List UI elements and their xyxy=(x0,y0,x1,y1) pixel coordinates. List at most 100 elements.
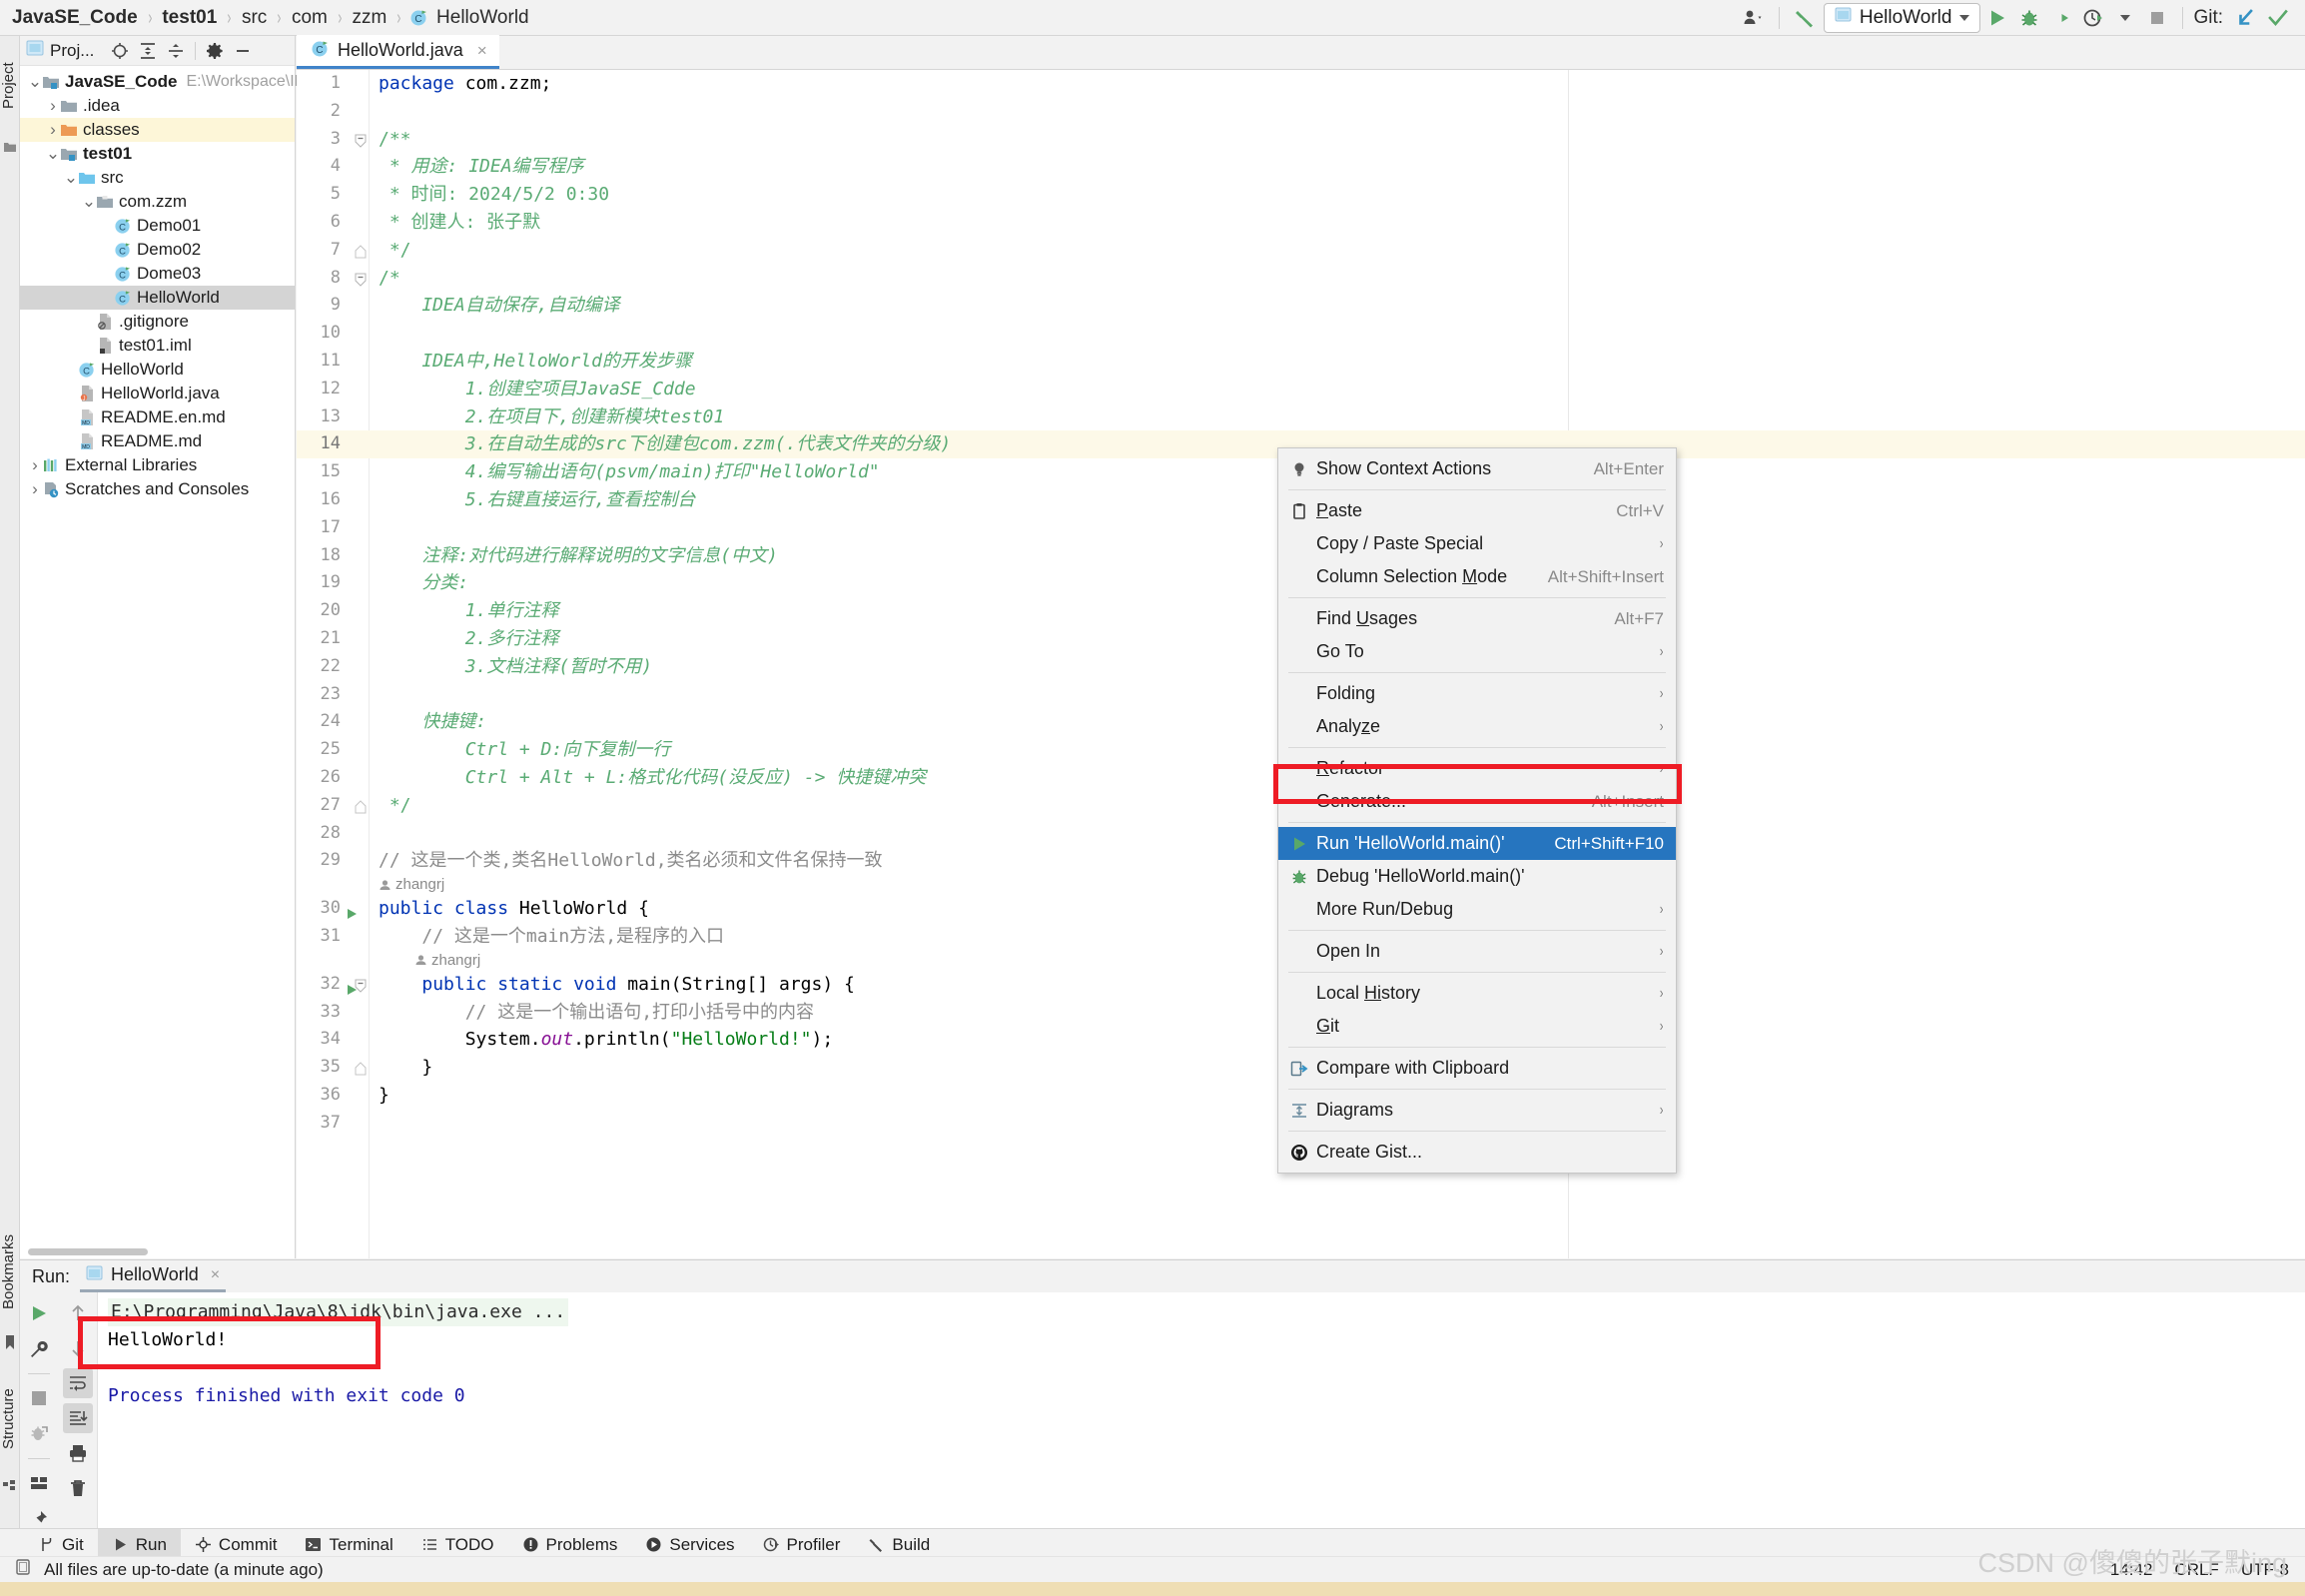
breadcrumb-item-src[interactable]: src xyxy=(240,7,269,29)
git-commit-check-icon[interactable] xyxy=(2263,3,2293,33)
chevron-down-icon[interactable]: ⌄ xyxy=(28,73,42,90)
user-dropdown-icon[interactable] xyxy=(1739,3,1769,33)
menu-item-run-helloworld-main[interactable]: Run 'HelloWorld.main()' Ctrl+Shift+F10 xyxy=(1278,827,1676,860)
scroll-down-icon[interactable] xyxy=(63,1333,93,1363)
menu-item-git[interactable]: Git › xyxy=(1278,1010,1676,1043)
scroll-up-icon[interactable] xyxy=(63,1298,93,1328)
tree-item-scratches-and-consoles[interactable]: › Scratches and Consoles xyxy=(20,477,295,501)
tree-item--idea[interactable]: › .idea xyxy=(20,94,295,118)
fold-collapse-icon[interactable] xyxy=(355,273,367,287)
menu-item-column-selection-mode[interactable]: Column Selection Mode Alt+Shift+Insert xyxy=(1278,560,1676,593)
menu-item-diagrams[interactable]: Diagrams › xyxy=(1278,1094,1676,1127)
debug-bug-icon[interactable] xyxy=(2014,3,2044,33)
tree-item-demo01[interactable]: C Demo01 xyxy=(20,214,295,238)
encoding-indicator[interactable]: UTF-8 xyxy=(2241,1560,2289,1580)
breadcrumb-item-helloworld[interactable]: C HelloWorld xyxy=(409,7,531,29)
tree-item-classes[interactable]: › classes xyxy=(20,118,295,142)
select-opened-file-icon[interactable] xyxy=(108,39,132,63)
project-horizontal-scrollbar[interactable] xyxy=(28,1248,148,1255)
menu-item-folding[interactable]: Folding › xyxy=(1278,677,1676,710)
settings-gear-icon[interactable] xyxy=(203,39,227,63)
menu-item-local-history[interactable]: Local History › xyxy=(1278,977,1676,1010)
chevron-right-icon[interactable]: › xyxy=(28,479,42,499)
tree-item-external-libraries[interactable]: › External Libraries xyxy=(20,453,295,477)
git-label: Git: xyxy=(2193,6,2223,28)
menu-item-debug-helloworld-main[interactable]: Debug 'HelloWorld.main()' xyxy=(1278,860,1676,893)
menu-item-paste[interactable]: Paste Ctrl+V xyxy=(1278,494,1676,527)
tree-item--gitignore[interactable]: .gitignore xyxy=(20,310,295,334)
chevron-down-icon[interactable] xyxy=(1959,14,1970,21)
tree-item-helloworld[interactable]: C HelloWorld xyxy=(20,358,295,382)
fold-end-icon[interactable] xyxy=(355,1062,367,1076)
breadcrumb-item-zzm[interactable]: zzm xyxy=(351,7,389,29)
tree-item-readme-en-md[interactable]: MD README.en.md xyxy=(20,405,295,429)
run-tab-helloworld[interactable]: HelloWorld × xyxy=(80,1260,227,1292)
tree-item-demo02[interactable]: C Demo02 xyxy=(20,238,295,262)
editor-tab-helloworld[interactable]: C HelloWorld.java × xyxy=(297,35,499,69)
chevron-right-icon: › xyxy=(1659,1017,1664,1035)
tree-item-helloworld-java[interactable]: J HelloWorld.java xyxy=(20,382,295,405)
tree-item-test01-iml[interactable]: test01.iml xyxy=(20,334,295,358)
breadcrumb-item-javase-code[interactable]: JavaSE_Code xyxy=(10,7,140,29)
menu-item-open-in[interactable]: Open In › xyxy=(1278,935,1676,968)
scroll-to-end-icon[interactable] xyxy=(62,1403,93,1433)
run-play-icon[interactable] xyxy=(1982,3,2012,33)
fold-end-icon[interactable] xyxy=(355,245,367,259)
print-icon[interactable] xyxy=(63,1438,93,1468)
tree-item-test01[interactable]: ⌄ test01 xyxy=(20,142,295,166)
chevron-down-icon[interactable]: ⌄ xyxy=(46,145,60,162)
git-update-arrow-icon[interactable] xyxy=(2231,3,2261,33)
chevron-right-icon[interactable]: › xyxy=(46,120,60,140)
menu-item-go-to[interactable]: Go To › xyxy=(1278,635,1676,668)
fold-collapse-icon[interactable] xyxy=(355,979,367,993)
breadcrumb-item-com[interactable]: com xyxy=(290,7,330,29)
menu-item-more-run-debug[interactable]: More Run/Debug › xyxy=(1278,893,1676,926)
profiler-icon[interactable] xyxy=(2078,3,2108,33)
problems-icon xyxy=(522,1536,539,1553)
menu-item-generate[interactable]: Generate... Alt+Insert xyxy=(1278,785,1676,818)
collapse-all-icon[interactable] xyxy=(164,39,188,63)
menu-item-copy-paste-special[interactable]: Copy / Paste Special › xyxy=(1278,527,1676,560)
menu-item-label: Refactor xyxy=(1316,758,1385,778)
fold-collapse-icon[interactable] xyxy=(355,134,367,148)
close-icon[interactable]: × xyxy=(211,1266,220,1284)
soft-wrap-icon[interactable] xyxy=(62,1368,93,1398)
clear-all-trash-icon[interactable] xyxy=(63,1473,93,1503)
line-separator-indicator[interactable]: CRLF xyxy=(2174,1560,2218,1580)
close-icon[interactable]: × xyxy=(477,41,487,61)
sidebar-item-bookmarks[interactable]: Bookmarks xyxy=(0,1214,20,1329)
chevron-down-icon[interactable]: ⌄ xyxy=(82,193,96,210)
tree-item-readme-md[interactable]: MD README.md xyxy=(20,429,295,453)
menu-item-analyze[interactable]: Analyze › xyxy=(1278,710,1676,743)
tree-item-javase-code[interactable]: ⌄ JavaSE_Code E:\Workspace\ID xyxy=(20,70,306,94)
layout-settings-icon[interactable] xyxy=(24,1468,54,1498)
run-with-coverage-icon[interactable] xyxy=(2046,3,2076,33)
sidebar-item-project[interactable]: Project xyxy=(0,36,20,136)
fold-end-icon[interactable] xyxy=(355,800,367,814)
tree-item-com-zzm[interactable]: ⌄ com.zzm xyxy=(20,190,295,214)
console-output[interactable]: E:\Programming\Java\8\jdk\bin\java.exe .… xyxy=(98,1292,2305,1536)
chevron-right-icon[interactable]: › xyxy=(46,96,60,116)
rerun-icon[interactable] xyxy=(24,1298,54,1328)
chevron-down-icon[interactable] xyxy=(2110,3,2140,33)
edit-configuration-wrench-icon[interactable] xyxy=(24,1334,54,1364)
code-text: // 这是一个类,类名HelloWorld,类名必须和文件名保持一致 xyxy=(379,850,883,872)
menu-item-show-context-actions[interactable]: Show Context Actions Alt+Enter xyxy=(1278,452,1676,485)
editor-context-menu[interactable]: Show Context Actions Alt+Enter Paste Ctrl+V… xyxy=(1277,447,1677,1174)
hide-panel-icon[interactable] xyxy=(231,39,255,63)
breadcrumb-item-test01[interactable]: test01 xyxy=(160,7,219,29)
menu-item-refactor[interactable]: Refactor › xyxy=(1278,752,1676,785)
menu-item-find-usages[interactable]: Find Usages Alt+F7 xyxy=(1278,602,1676,635)
tree-item-dome03[interactable]: C Dome03 xyxy=(20,262,295,286)
menu-item-compare-with-clipboard[interactable]: Compare with Clipboard xyxy=(1278,1052,1676,1085)
chevron-right-icon[interactable]: › xyxy=(28,455,42,475)
tree-item-helloworld[interactable]: C HelloWorld xyxy=(20,286,295,310)
tree-item-src[interactable]: ⌄ src xyxy=(20,166,295,190)
sidebar-item-structure[interactable]: Structure xyxy=(0,1364,20,1474)
build-hammer-icon[interactable] xyxy=(1790,3,1822,33)
chevron-down-icon[interactable]: ⌄ xyxy=(64,169,78,186)
menu-item-create-gist[interactable]: Create Gist... xyxy=(1278,1136,1676,1169)
run-configuration-selector[interactable]: HelloWorld xyxy=(1823,2,1981,33)
expand-all-icon[interactable] xyxy=(136,39,160,63)
